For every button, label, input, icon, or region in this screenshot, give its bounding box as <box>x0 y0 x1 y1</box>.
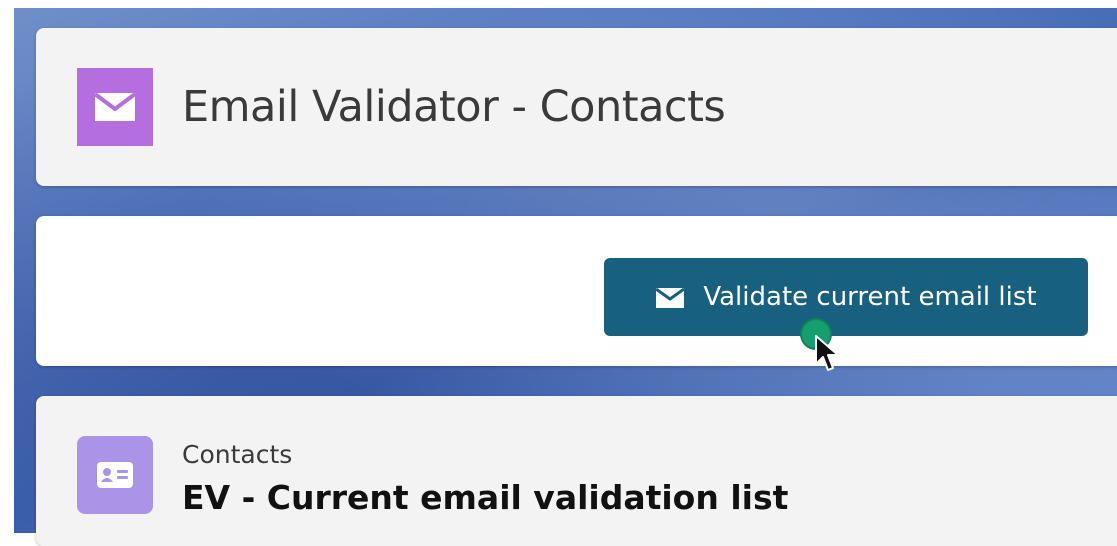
page-title: Email Validator - Contacts <box>182 82 726 132</box>
object-type-label: Contacts <box>182 440 293 469</box>
contact-card-icon <box>77 436 153 514</box>
validate-button-label: Validate current email list <box>703 282 1037 312</box>
list-view-title[interactable]: EV - Current email validation list <box>182 478 788 517</box>
envelope-icon <box>655 287 686 309</box>
validate-email-list-button[interactable]: Validate current email list <box>604 258 1088 336</box>
page-header-card: Email Validator - Contacts <box>36 28 1117 186</box>
list-header-card: Contacts EV - Current email validation l… <box>36 396 1117 546</box>
envelope-icon <box>77 68 153 146</box>
mouse-cursor-icon <box>815 335 839 371</box>
actions-card: Validate current email list <box>36 216 1117 366</box>
